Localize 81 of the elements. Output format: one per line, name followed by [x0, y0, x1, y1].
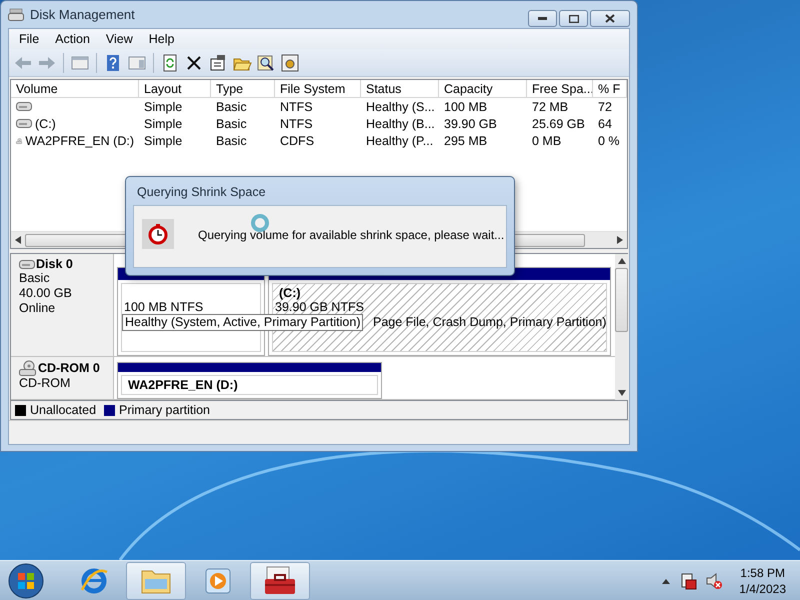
scroll-up-icon[interactable]: [618, 258, 626, 264]
scroll-left-icon[interactable]: [15, 236, 21, 244]
clock-time[interactable]: 1:58 PM: [740, 564, 785, 580]
menu-item[interactable]: Action: [47, 32, 98, 46]
table-cell-text: Healthy (S...: [365, 100, 436, 114]
table-cell-text: NTFS: [279, 116, 314, 130]
table-cell-text: Healthy (P...: [365, 134, 434, 148]
table-cell-text: Simple: [143, 100, 184, 114]
disk-name: Disk 0: [19, 257, 113, 271]
partition-block[interactable]: WA2PFRE_EN (D:): [117, 362, 382, 399]
vertical-scrollbar[interactable]: [615, 254, 628, 400]
disk-detail: 40.00 GB: [19, 286, 73, 301]
table-cell-text: Simple: [143, 134, 184, 148]
partition-label: (C:): [278, 286, 302, 300]
table-cell-text: 0 %: [597, 134, 621, 148]
network-icon[interactable]: [679, 572, 698, 590]
disk-detail: Online: [19, 301, 56, 316]
partition-size: 39.90 GB NTFS: [275, 300, 364, 315]
start-button[interactable]: [6, 562, 46, 600]
tray-caret-icon[interactable]: [661, 576, 672, 584]
table-cell-text: Basic: [215, 116, 248, 130]
column-header[interactable]: File System: [275, 80, 361, 98]
magnifier-icon[interactable]: [256, 52, 276, 72]
window-title: Disk Management: [30, 7, 135, 22]
media-player-icon: [204, 566, 232, 594]
maximize-button[interactable]: [559, 10, 588, 27]
minimize-icon: [538, 17, 547, 20]
browser-e-icon: [79, 566, 109, 596]
partition-size: 100 MB NTFS: [124, 300, 204, 315]
table-cell-text: Basic: [215, 134, 248, 148]
taskbar-button[interactable]: [250, 562, 310, 600]
table-cell-text: NTFS: [279, 100, 314, 114]
table-cell: WA2PFRE_EN (D:): [25, 134, 134, 148]
table-cell-text: 39.90 GB: [443, 116, 498, 130]
maximize-icon: [568, 14, 578, 22]
scroll-down-icon[interactable]: [618, 390, 626, 396]
table-cell: (C:): [35, 116, 56, 130]
column-header[interactable]: Volume: [11, 80, 139, 98]
disk-detail: CD-ROM: [19, 376, 72, 391]
table-cell-text: 295 MB: [443, 134, 488, 148]
table-cell-text: 0 MB: [531, 134, 562, 148]
menu-item[interactable]: View: [98, 32, 141, 46]
table-cell-text: 100 MB: [443, 100, 488, 114]
stopwatch-icon: [142, 219, 174, 249]
legend-label: Primary partition: [119, 403, 210, 417]
column-header[interactable]: Type: [211, 80, 275, 98]
menu-item[interactable]: Help: [140, 32, 182, 46]
drive-icon: [16, 101, 32, 112]
disk-app-icon: [8, 8, 24, 22]
table-cell-text: 64: [597, 116, 613, 130]
close-button[interactable]: [590, 10, 630, 27]
tooltip: Healthy (System, Active, Primary Partition): [122, 314, 364, 331]
toolbox-icon: [263, 566, 297, 596]
table-cell-text: 72 MB: [531, 100, 570, 114]
disk-detail: Basic: [19, 271, 51, 286]
dialog-title: Querying Shrink Space: [136, 184, 267, 201]
table-cell-text: Simple: [143, 116, 184, 130]
column-header[interactable]: Status: [361, 80, 439, 98]
column-header[interactable]: % F: [593, 80, 627, 98]
table-cell-text: 72: [597, 100, 613, 114]
cd-drive-icon: [19, 360, 37, 376]
properties-icon[interactable]: [208, 52, 228, 72]
table-cell-text: CDFS: [279, 134, 316, 148]
column-header[interactable]: Capacity: [439, 80, 527, 98]
scroll-right-icon[interactable]: [617, 236, 623, 244]
clock-date[interactable]: 1/4/2023: [739, 580, 786, 596]
dialog-message: Querying volume for available shrink space, please wait...: [198, 228, 504, 242]
table-cell-text: 25.69 GB: [531, 116, 586, 130]
table-cell-text: Basic: [215, 100, 248, 114]
drive-icon: [19, 258, 35, 270]
partition-label: WA2PFRE_EN (D:): [127, 378, 239, 392]
partition-status: Page File, Crash Dump, Primary Partition): [373, 315, 606, 330]
menu-item[interactable]: File: [11, 32, 48, 46]
column-header[interactable]: Layout: [139, 80, 211, 98]
legend-label: Unallocated: [30, 403, 96, 417]
disk-name: CD-ROM 0: [19, 360, 113, 376]
drive-icon: [16, 118, 32, 129]
close-icon: [605, 14, 615, 23]
minimize-button[interactable]: [528, 10, 557, 27]
muted-speaker-icon[interactable]: [705, 572, 724, 590]
table-cell-text: Healthy (B...: [365, 116, 436, 130]
